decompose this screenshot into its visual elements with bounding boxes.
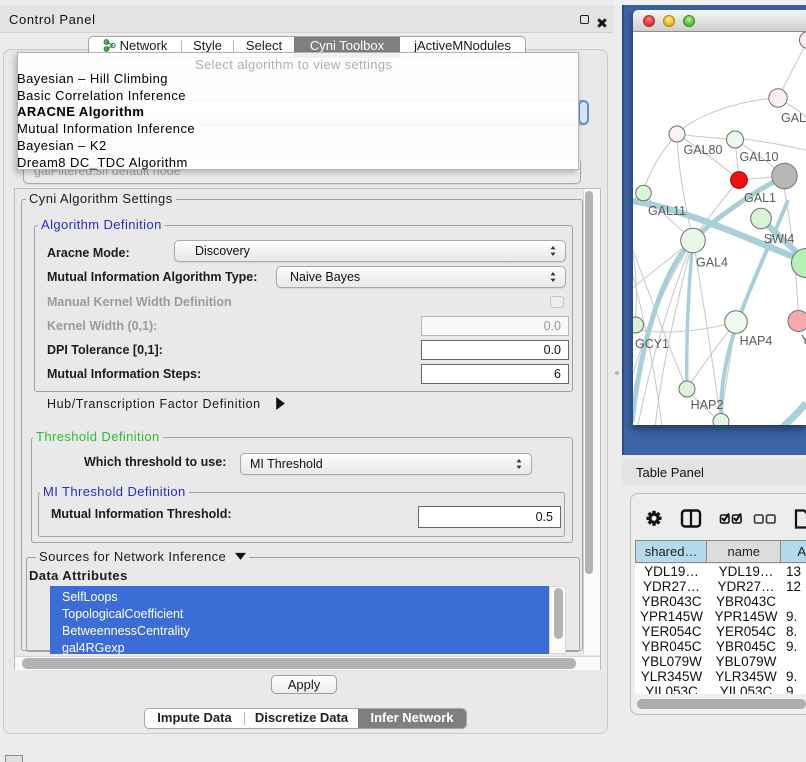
- svg-text:GAL80: GAL80: [684, 143, 723, 157]
- svg-text:HAP4: HAP4: [740, 334, 773, 348]
- svg-text:GAL1: GAL1: [744, 191, 776, 205]
- svg-text:Y: Y: [801, 333, 806, 347]
- svg-text:HAP2: HAP2: [691, 398, 724, 412]
- svg-text:GAL4: GAL4: [696, 256, 728, 270]
- svg-text:GAL10: GAL10: [740, 150, 779, 164]
- svg-text:GCY1: GCY1: [635, 337, 669, 351]
- svg-text:GAL11: GAL11: [648, 204, 686, 218]
- svg-text:GAL: GAL: [781, 111, 806, 125]
- svg-text:SWI4: SWI4: [764, 232, 795, 246]
